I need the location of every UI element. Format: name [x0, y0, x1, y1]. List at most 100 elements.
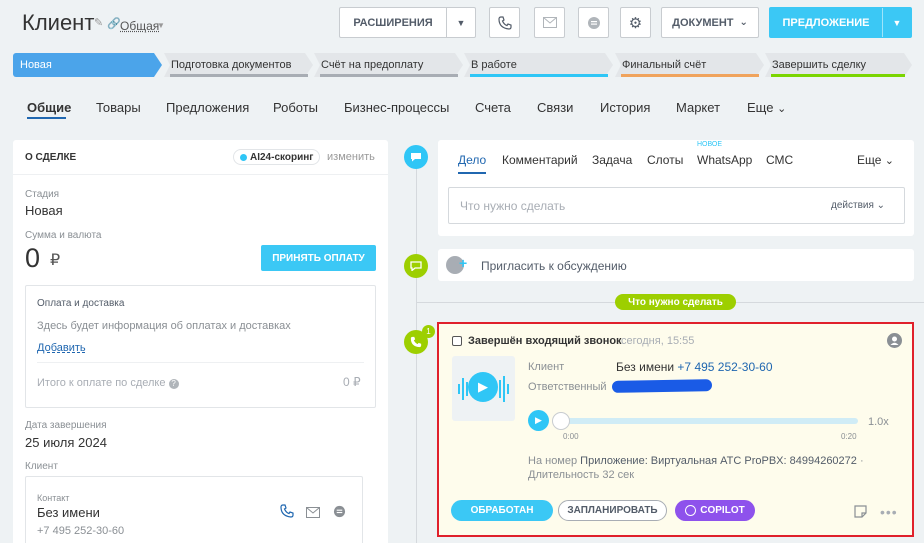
- schedule-button[interactable]: ЗАПЛАНИРОВАТЬ: [558, 500, 667, 521]
- client-field-label: Клиент: [528, 361, 565, 373]
- processed-button[interactable]: ОБРАБОТАН: [451, 500, 553, 521]
- amount-label: Сумма и валюта: [25, 230, 102, 241]
- tab-whatsapp[interactable]: WhatsApp: [697, 153, 752, 167]
- redacted-responsible: [611, 379, 713, 393]
- chevron-down-icon: ⌄: [884, 155, 894, 167]
- meta-prefix: На номер: [528, 455, 578, 467]
- tab-comment[interactable]: Комментарий: [502, 153, 578, 167]
- chat-button[interactable]: [578, 7, 609, 38]
- client-name[interactable]: Без имени: [616, 360, 674, 374]
- contact-phone[interactable]: +7 495 252-30-60: [37, 525, 124, 537]
- proposal-label: ПРЕДЛОЖЕНИЕ: [782, 16, 870, 29]
- ai-scoring-badge[interactable]: AI24-скоринг: [233, 149, 321, 165]
- total-label-text: Итого к оплате по сделке: [37, 377, 166, 389]
- tab-invoices[interactable]: Счета: [475, 100, 511, 115]
- tab-products[interactable]: Товары: [96, 100, 141, 115]
- contact-name[interactable]: Без имени: [37, 505, 100, 520]
- phone-button[interactable]: [489, 7, 520, 38]
- stage-new[interactable]: Новая: [13, 53, 162, 77]
- chevron-down-icon[interactable]: ▼: [157, 21, 165, 30]
- play-icon[interactable]: ▶: [468, 372, 498, 402]
- chevron-down-icon[interactable]: ▼: [883, 18, 911, 28]
- tab-proposals[interactable]: Предложения: [166, 100, 249, 115]
- question-icon[interactable]: ?: [168, 379, 179, 389]
- accept-payment-button[interactable]: ПРИНЯТЬ ОПЛАТУ: [261, 245, 376, 271]
- extensions-button[interactable]: РАСШИРЕНИЯ ▼: [339, 7, 476, 38]
- responsible-field-label: Ответственный: [528, 381, 607, 393]
- proposal-button[interactable]: ПРЕДЛОЖЕНИЕ ▼: [769, 7, 912, 38]
- note-icon[interactable]: [854, 505, 867, 521]
- section-title: О СДЕЛКЕ: [25, 152, 77, 163]
- chevron-down-icon: ⌄: [876, 200, 886, 211]
- complete-checkbox[interactable]: [452, 336, 462, 346]
- audio-progress-track[interactable]: [557, 418, 858, 424]
- ai-label: AI24-скоринг: [250, 151, 314, 163]
- call-title: Завершён входящий звонок: [468, 335, 622, 347]
- client-label: Клиент: [25, 461, 58, 472]
- meta-value: Приложение: Виртуальная АТС ProPBX: 8499…: [580, 455, 857, 467]
- payment-title: Оплата и доставка: [37, 298, 125, 309]
- close-date-label: Дата завершения: [25, 420, 107, 431]
- playback-speed[interactable]: 1.0x: [868, 416, 889, 428]
- tab-history[interactable]: История: [600, 100, 650, 115]
- call-meta: На номер Приложение: Виртуальная АТС Pro…: [528, 454, 878, 482]
- divider: [13, 174, 388, 175]
- stage-color-bar: [320, 74, 458, 77]
- plus-icon[interactable]: +: [459, 255, 467, 271]
- stage-color-bar: [170, 74, 308, 77]
- stage-label: Счёт на предоплату: [321, 59, 424, 71]
- ai-icon: [240, 153, 247, 161]
- tab-general[interactable]: Общие: [27, 100, 71, 115]
- invite-label[interactable]: Пригласить к обсуждению: [481, 259, 627, 273]
- tab-robots[interactable]: Роботы: [273, 100, 318, 115]
- stage-label: В работе: [471, 59, 517, 71]
- extensions-label: РАСШИРЕНИЯ: [353, 16, 433, 29]
- contact-mail-icon[interactable]: [306, 506, 320, 521]
- payment-total-value: 0 ₽: [343, 375, 361, 389]
- settings-button[interactable]: ⚙: [620, 7, 651, 38]
- pencil-icon[interactable]: ✎: [94, 18, 104, 29]
- chat-icon: [587, 16, 600, 29]
- tab-sms[interactable]: СМС: [766, 153, 793, 167]
- mail-icon: [542, 17, 557, 28]
- user-icon[interactable]: [887, 333, 902, 348]
- client-phone[interactable]: +7 495 252-30-60: [677, 360, 772, 374]
- audio-progress-knob[interactable]: [552, 412, 570, 430]
- copilot-button[interactable]: COPILOT: [675, 500, 755, 521]
- stage-label: Подготовка документов: [171, 59, 292, 71]
- tab-more[interactable]: Еще ⌄: [857, 153, 894, 167]
- copilot-icon: [685, 505, 697, 516]
- close-date-value: 25 июля 2024: [25, 435, 107, 450]
- stage-label: Финальный счёт: [622, 59, 707, 71]
- gear-icon: ⚙: [628, 14, 643, 32]
- contact-phone-icon[interactable]: [280, 504, 294, 521]
- add-payment-link[interactable]: Добавить: [37, 342, 86, 354]
- phone-icon: [497, 15, 512, 30]
- call-time: сегодня, 15:55: [621, 335, 695, 347]
- mail-button[interactable]: [534, 7, 565, 38]
- audio-play-icon[interactable]: ▶: [528, 410, 549, 431]
- tab-market[interactable]: Маркет: [676, 100, 720, 115]
- contact-chat-icon[interactable]: [333, 505, 346, 521]
- document-button[interactable]: ДОКУМЕНТ ⌄: [661, 7, 759, 38]
- stage-color-bar: [621, 74, 759, 77]
- tab-more[interactable]: Еще ⌄: [747, 100, 786, 115]
- stage-label: Стадия: [25, 189, 60, 200]
- change-link[interactable]: изменить: [327, 151, 375, 163]
- copilot-label: COPILOT: [700, 505, 745, 516]
- time-end: 0:20: [841, 432, 857, 441]
- chevron-down-icon: ⌄: [739, 17, 748, 28]
- actions-dropdown[interactable]: действия ⌄: [831, 200, 885, 211]
- tab-slots[interactable]: Слоты: [647, 153, 683, 167]
- category-selector[interactable]: Общая: [120, 19, 159, 33]
- activity-node-icon: [404, 145, 428, 169]
- more-icon[interactable]: •••: [880, 504, 898, 520]
- tab-case[interactable]: Дело: [458, 153, 486, 167]
- counter-badge: 1: [422, 325, 435, 338]
- tab-links[interactable]: Связи: [537, 100, 573, 115]
- tab-business-processes[interactable]: Бизнес-процессы: [344, 100, 449, 115]
- payment-info: Здесь будет информация об оплатах и дост…: [37, 320, 291, 332]
- tab-task[interactable]: Задача: [592, 153, 632, 167]
- chevron-down-icon[interactable]: ▼: [447, 18, 475, 28]
- link-icon[interactable]: 🔗: [107, 17, 121, 30]
